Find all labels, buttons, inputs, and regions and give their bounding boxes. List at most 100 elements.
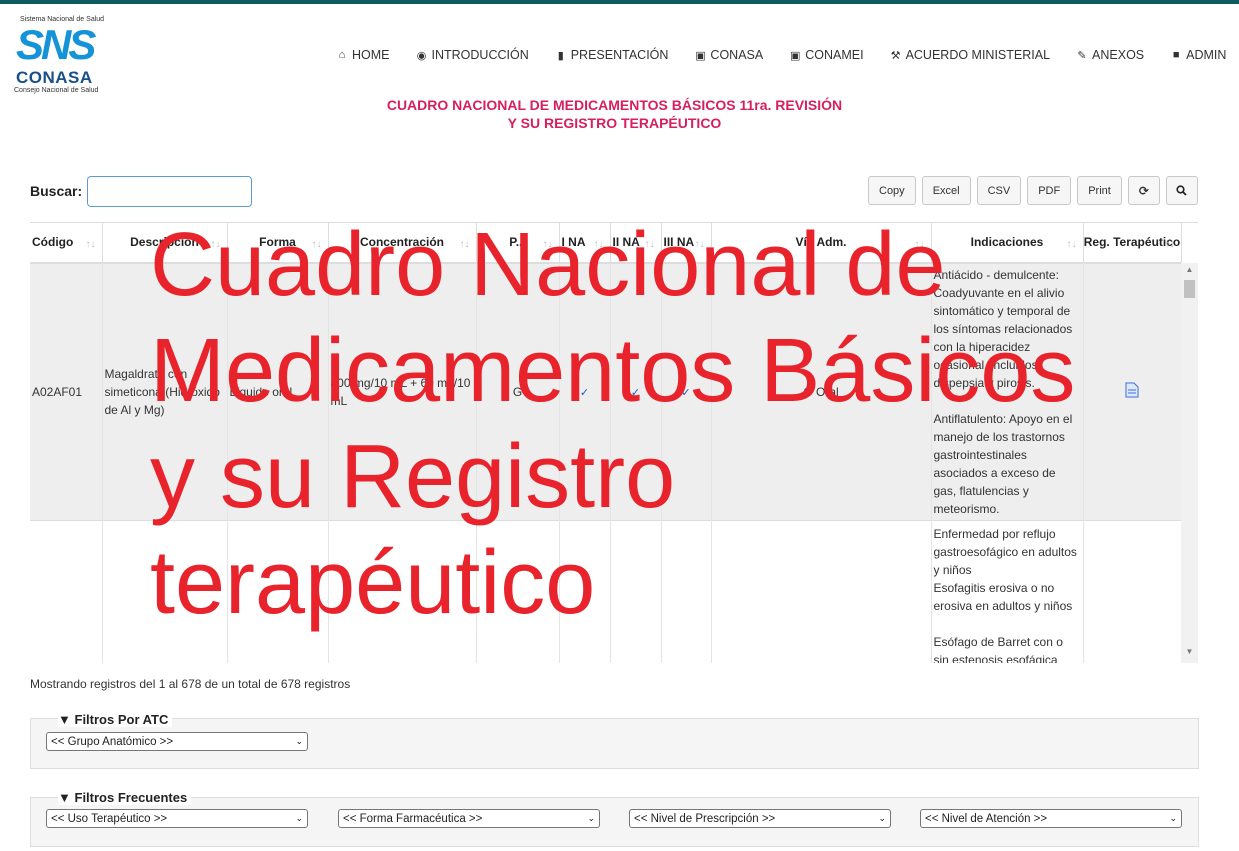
frequent-filters-legend: ▼ Filtros Frecuentes [58, 790, 192, 805]
nivel-atencion-select[interactable]: << Nivel de Atención >> ⌄ [920, 809, 1182, 828]
table-row[interactable]: A02AF01 Magaldrato con simeticona (Hidró… [30, 263, 1182, 521]
col-header-via[interactable]: Vía Adm. ↑↓ [711, 223, 932, 264]
col-header-descripcion[interactable]: Descripción ↑↓ [102, 223, 228, 264]
chevron-down-icon: ⌄ [587, 813, 595, 823]
copy-button[interactable]: Copy [868, 176, 916, 205]
gavel-icon: ⚒ [890, 49, 901, 62]
bookmark-icon: ▮ [557, 49, 564, 62]
scroll-down-icon[interactable]: ▼ [1181, 647, 1198, 661]
refresh-button[interactable]: ⟳ [1127, 176, 1160, 205]
logo-mark: SNS [16, 21, 96, 68]
cell-na1: ✓ [559, 263, 611, 521]
uso-terapeutico-select[interactable]: << Uso Terapéutico >> ⌄ [46, 809, 308, 828]
cell-via [711, 520, 932, 663]
page-title: CUADRO NACIONAL DE MEDICAMENTOS BÁSICOS … [0, 96, 1229, 132]
nav-label: HOME [352, 48, 390, 62]
check-icon: ✓ [579, 386, 590, 399]
medicines-table: Código ↑↓ Descripción ↑↓ Forma ↑↓ Concentra… [30, 222, 1198, 663]
cell-indicaciones: Enfermedad por reflujo gastroesofágico e… [931, 520, 1084, 663]
cell-concentracion: 800 mg/10 mL + 60 mg/10 mL [328, 263, 477, 521]
page-title-line1: CUADRO NACIONAL DE MEDICAMENTOS BÁSICOS … [386, 97, 843, 113]
check-icon: ✓ [681, 386, 691, 399]
cell-descripcion [102, 520, 228, 663]
search-button[interactable] [1165, 176, 1198, 205]
cell-codigo [30, 520, 103, 663]
eye-icon: ◉ [416, 49, 427, 62]
nav-acuerdo-ministerial[interactable]: ⚒ ACUERDO MINISTERIAL [890, 48, 1050, 62]
nav-label: ACUERDO MINISTERIAL [905, 48, 1051, 62]
cell-codigo: A02AF01 [30, 263, 103, 521]
pdf-button[interactable]: PDF [1027, 176, 1072, 205]
col-header-na2[interactable]: II NA ↑↓ [610, 223, 662, 264]
col-header-na3[interactable]: III NA ↑↓ [661, 223, 712, 264]
conasa-logo[interactable]: Sistema Nacional de Salud SNS CONASA Con… [14, 14, 114, 98]
page-title-line2: Y SU REGISTRO TERAPÉUTICO [507, 115, 722, 131]
scroll-thumb[interactable] [1184, 280, 1195, 298]
nav-anexos[interactable]: ✎ ANEXOS [1076, 48, 1144, 62]
logo-name: CONASA [16, 68, 93, 87]
search-label: Buscar: [30, 183, 83, 199]
table-info: Mostrando registros del 1 al 678 de un t… [30, 677, 351, 691]
cell-forma: Líquido oral [227, 263, 329, 521]
scroll-up-icon[interactable]: ▲ [1181, 265, 1198, 279]
logo-bottom-text: Consejo Nacional de Salud [14, 87, 99, 94]
table-scrollbar[interactable]: ▲ ▼ [1181, 263, 1198, 663]
nav-conamei[interactable]: ▣ CONAMEI [789, 48, 864, 62]
cell-na3: ✓ [661, 263, 712, 521]
id-card-icon: ▣ [695, 49, 706, 62]
cell-reg-terapeutico[interactable] [1083, 263, 1182, 521]
cell-descripcion: Magaldrato con simeticona (Hidróxido de … [102, 263, 228, 521]
cell-reg-terapeutico [1083, 520, 1182, 663]
print-button[interactable]: Print [1077, 176, 1122, 205]
nav-label: CONAMEI [805, 48, 864, 62]
id-card-icon: ▣ [790, 49, 801, 62]
nivel-prescripcion-select[interactable]: << Nivel de Prescripción >> ⌄ [629, 809, 891, 828]
cell-p: G [476, 263, 560, 521]
col-header-forma[interactable]: Forma ↑↓ [227, 223, 329, 264]
csv-button[interactable]: CSV [976, 176, 1022, 205]
forma-farmaceutica-select[interactable]: << Forma Farmacéutica >> ⌄ [338, 809, 600, 828]
cell-indicaciones: Antiácido - demulcente: Coadyuvante en e… [931, 263, 1084, 521]
search-input[interactable] [87, 176, 252, 207]
col-header-p[interactable]: P... ↑↓ [476, 223, 560, 264]
col-header-indicaciones[interactable]: Indicaciones ↑↓ [931, 223, 1084, 264]
cell-na2: ✓ [610, 263, 662, 521]
col-header-concentracion[interactable]: Concentración ↑↓ [328, 223, 477, 264]
cell-concentracion [328, 520, 477, 663]
chevron-down-icon: ⌄ [295, 736, 303, 746]
nav-presentacion[interactable]: ▮ PRESENTACIÓN [555, 48, 669, 62]
nav-introduccion[interactable]: ◉ INTRODUCCIÓN [416, 48, 529, 62]
col-header-codigo[interactable]: Código ↑↓ [30, 223, 103, 264]
nav-conasa[interactable]: ▣ CONASA [694, 48, 763, 62]
filter-icon: ▼ [58, 790, 71, 805]
filter-icon: ▼ [58, 712, 71, 727]
paperclip-icon: ✎ [1077, 49, 1087, 62]
chevron-down-icon: ⌄ [295, 813, 303, 823]
cell-via: O Oral [711, 263, 932, 521]
refresh-icon: ⟳ [1138, 183, 1149, 198]
chevron-down-icon: ⌄ [878, 813, 886, 823]
nav-home[interactable]: ⌂ HOME [336, 48, 390, 62]
grupo-anatomico-select[interactable]: << Grupo Anatómico >> ⌄ [46, 732, 308, 751]
document-icon[interactable] [1125, 382, 1139, 398]
nav-label: ANEXOS [1092, 48, 1145, 62]
main-nav: ⌂ HOME ◉ INTRODUCCIÓN ▮ PRESENTACIÓN ▣ CONAS… [336, 48, 1227, 62]
cell-na1 [559, 520, 611, 663]
col-header-reg-terapeutico[interactable]: Reg. Terapéutico ↑↓ [1083, 223, 1182, 264]
home-icon: ⌂ [338, 49, 346, 61]
chevron-down-icon: ⌄ [1169, 813, 1177, 823]
cell-na3 [661, 520, 712, 663]
export-toolbar: Copy Excel CSV PDF Print ⟳ [868, 176, 1198, 205]
nav-label: PRESENTACIÓN [570, 48, 669, 62]
atc-filters-legend: ▼ Filtros Por ATC [58, 712, 173, 727]
cell-na2 [610, 520, 662, 663]
table-row[interactable]: Enfermedad por reflujo gastroesofágico e… [30, 520, 1182, 663]
lock-icon: ■ [1172, 49, 1180, 61]
check-icon: ✓ [630, 386, 641, 399]
nav-label: CONASA [710, 48, 764, 62]
col-header-na1[interactable]: I NA ↑↓ [559, 223, 611, 264]
nav-admin[interactable]: ■ ADMIN [1170, 48, 1227, 62]
nav-label: INTRODUCCIÓN [431, 48, 529, 62]
cell-forma [227, 520, 329, 663]
excel-button[interactable]: Excel [921, 176, 971, 205]
